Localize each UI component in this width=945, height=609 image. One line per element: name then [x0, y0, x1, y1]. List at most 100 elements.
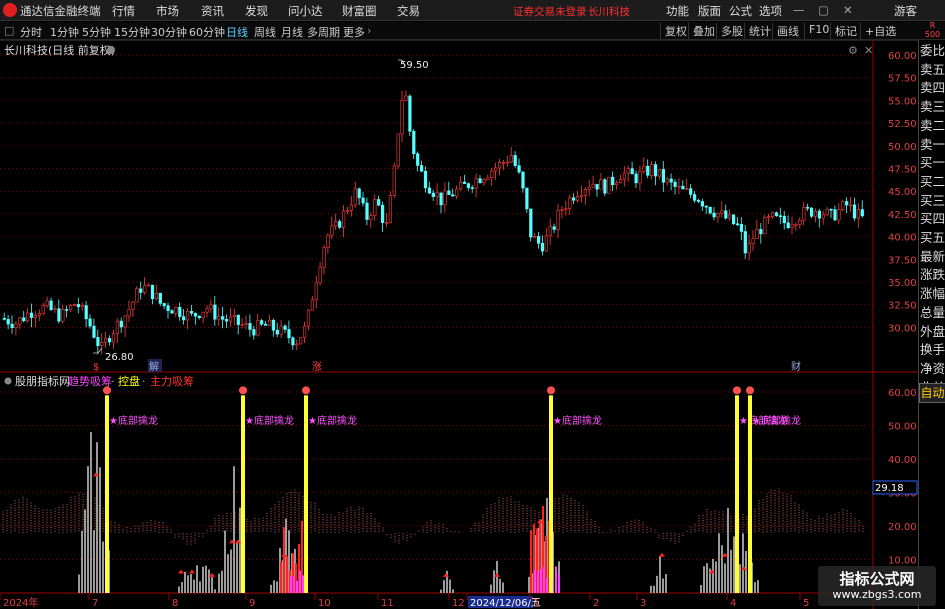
candle [724, 204, 728, 220]
quote-field-label[interactable]: 卖一 [920, 135, 945, 154]
period-tab[interactable]: 30分钟 [151, 24, 187, 40]
candle [790, 216, 794, 235]
button-mark[interactable]: 标记 [830, 23, 857, 39]
chart-settings-icon[interactable]: ⚙ [848, 44, 858, 57]
chevron-right-icon[interactable]: › [367, 24, 371, 37]
y-tick-label: 50.00 [888, 142, 917, 153]
event-marker[interactable]: 涨 [312, 361, 322, 373]
event-marker[interactable]: 财 [791, 360, 801, 373]
candle [225, 314, 229, 329]
candle [193, 312, 198, 325]
button-adjust[interactable]: 复权 [660, 23, 687, 39]
quote-field-label[interactable]: 最新 [920, 247, 945, 266]
candle [595, 183, 599, 197]
quote-field-label[interactable]: 涨跌 [920, 265, 945, 284]
chart-area[interactable]: 60.00 57.50 55.00 52.50 50.00 47.50 45.00 42.50… [0, 40, 918, 609]
candle [614, 180, 619, 190]
quote-field-label[interactable]: 买二 [920, 172, 945, 191]
candle [517, 158, 521, 175]
menu-item-function[interactable]: 功能 [666, 3, 689, 19]
period-tab[interactable]: 多周期 [307, 24, 340, 40]
menu-item-trade[interactable]: 交易 [397, 3, 420, 19]
quote-field-label[interactable]: 卖四 [920, 78, 945, 97]
period-tab[interactable]: 月线 [281, 24, 303, 40]
period-tab[interactable]: 周线 [254, 24, 276, 40]
sub-y-tick-label: 60.00 [888, 388, 917, 399]
indicator-bar [754, 582, 756, 593]
minimize-icon[interactable]: — [793, 3, 805, 17]
candle [829, 208, 833, 218]
menu-item-quotes[interactable]: 行情 [112, 3, 135, 19]
candle [521, 171, 525, 193]
menu-item-layout[interactable]: 版面 [698, 3, 721, 19]
candle [540, 235, 545, 256]
login-warning[interactable]: 证券交易未登录 [513, 4, 587, 19]
main-force-bar [286, 556, 288, 593]
indicator-bar [187, 575, 189, 593]
quote-field-label[interactable]: 涨幅 [920, 284, 945, 303]
period-tab[interactable]: 15分钟 [114, 24, 150, 40]
guest-label[interactable]: 游客 [894, 3, 917, 19]
quote-field-label[interactable]: 买一 [920, 153, 945, 172]
indicator-bar [706, 563, 708, 593]
quote-field-label[interactable]: 卖三 [920, 97, 945, 116]
menu-item-ask[interactable]: 问小达 [288, 3, 323, 19]
restore-icon[interactable]: ▢ [818, 3, 829, 17]
quote-field-label[interactable]: 委比 [920, 41, 945, 60]
menu-item-discover[interactable]: 发现 [245, 3, 268, 19]
quote-field-label[interactable]: 总量 [920, 303, 945, 322]
y-tick-label: 40.00 [888, 233, 917, 244]
candle [365, 197, 369, 226]
event-marker[interactable]: $ [93, 362, 99, 373]
menu-item-news[interactable]: 资讯 [201, 3, 224, 19]
button-f10[interactable]: F10 [804, 23, 829, 39]
button-overlay[interactable]: 叠加 [688, 23, 715, 39]
y-tick-label: 47.50 [888, 165, 917, 176]
quote-field-label[interactable]: 买三 [920, 191, 945, 210]
period-tab[interactable]: 分时 [20, 24, 42, 40]
period-tab[interactable]: 1分钟 [50, 24, 79, 40]
checkbox-icon[interactable]: □ [4, 24, 14, 37]
quote-field-label[interactable]: 卖二 [920, 116, 945, 135]
button-multi[interactable]: 多股 [716, 23, 743, 39]
menu-item-wealth[interactable]: 财富圈 [342, 3, 377, 19]
quote-field-label[interactable]: 外盘 [920, 322, 945, 341]
candle [162, 302, 166, 310]
settings-dot-icon[interactable] [107, 46, 115, 54]
menu-item-market[interactable]: 市场 [156, 3, 179, 19]
menu-item-options[interactable]: 选项 [759, 3, 782, 19]
button-stats[interactable]: 统计 [744, 23, 771, 39]
button-draw[interactable]: 画线 [772, 23, 799, 39]
menu-item-formula[interactable]: 公式 [729, 3, 752, 19]
candle [423, 166, 428, 193]
candle [841, 199, 845, 212]
indicator-bar [87, 466, 89, 593]
button-add-watchlist[interactable]: +自选 [860, 23, 918, 39]
quote-field-label[interactable]: 买四 [920, 209, 945, 228]
quote-field-label[interactable]: 卖五 [920, 60, 945, 79]
quote-field-label[interactable]: 买五 [920, 228, 945, 247]
indicator-bar [211, 577, 213, 593]
candle [505, 155, 510, 167]
quote-field-label[interactable]: 换手 [920, 340, 945, 359]
sub-settings-dot-icon[interactable] [4, 377, 12, 385]
candle [57, 299, 61, 324]
event-marker[interactable]: 解 [149, 360, 159, 373]
auto-button[interactable]: 自动 [919, 383, 945, 403]
candle [833, 205, 837, 222]
period-tab[interactable]: 60分钟 [189, 24, 225, 40]
close-icon[interactable]: ✕ [843, 3, 853, 17]
period-tab[interactable]: 5分钟 [82, 24, 111, 40]
quote-field-label[interactable]: 净资 [920, 359, 945, 378]
chart-close-icon[interactable]: ✕ [864, 44, 873, 57]
signal-icon [746, 386, 754, 395]
candle [143, 277, 147, 295]
candle [462, 175, 467, 184]
period-tab-selected[interactable]: 日线 [226, 24, 248, 40]
candle [798, 217, 802, 229]
candle [786, 215, 790, 230]
candle [650, 161, 654, 180]
y-tick-label: 55.00 [888, 96, 917, 107]
y-tick-label: 37.50 [888, 255, 917, 266]
period-tab-more[interactable]: 更多 [343, 24, 365, 40]
